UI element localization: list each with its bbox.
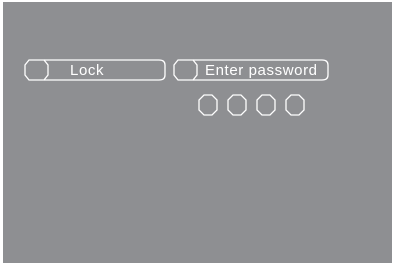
lock-button-cap-icon bbox=[24, 59, 49, 81]
password-field-cap-icon bbox=[173, 59, 198, 81]
pin-slot-3[interactable] bbox=[256, 94, 276, 116]
hud-overlay bbox=[24, 59, 329, 116]
lock-button-frame bbox=[44, 59, 166, 81]
pin-slot-2[interactable] bbox=[227, 94, 247, 116]
screen: Lock Enter password bbox=[3, 2, 392, 263]
password-field-label: Enter password bbox=[205, 62, 318, 79]
pin-slot-4[interactable] bbox=[285, 94, 305, 116]
pin-slot-1[interactable] bbox=[198, 94, 218, 116]
pin-slots bbox=[198, 94, 305, 116]
lock-button-label: Lock bbox=[70, 62, 105, 79]
